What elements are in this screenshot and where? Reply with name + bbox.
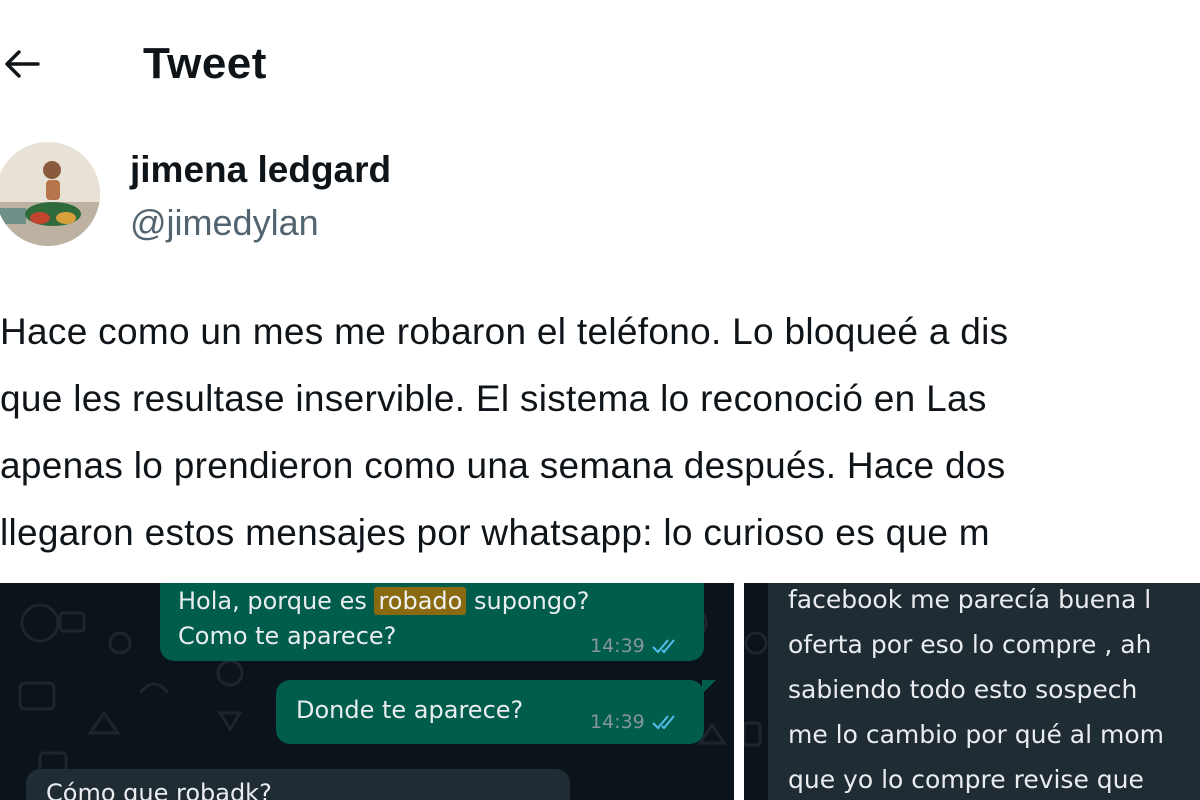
media-image-right[interactable]: facebook me parecía buena l oferta por e… bbox=[744, 583, 1200, 800]
tweet-media[interactable]: Hola, porque es robado supongo? Como te … bbox=[0, 583, 1200, 800]
tweet-line: llegaron estos mensajes por whatsapp: lo… bbox=[0, 512, 990, 553]
media-image-left[interactable]: Hola, porque es robado supongo? Como te … bbox=[0, 583, 734, 800]
chat-message-outgoing: Donde te aparece? 14:39 bbox=[276, 680, 716, 744]
message-line: que yo lo compre revise que bbox=[788, 765, 1144, 794]
highlighted-word: robado bbox=[374, 587, 467, 615]
message-text: Cómo que robadk? bbox=[46, 779, 272, 800]
tweet-text: Hace como un mes me robaron el teléfono.… bbox=[0, 298, 1200, 566]
message-meta: 14:39 bbox=[590, 704, 679, 740]
message-line: facebook me parecía buena l bbox=[788, 585, 1152, 614]
message-text: facebook me parecía buena l oferta por e… bbox=[788, 583, 1200, 800]
author-handle[interactable]: @jimedylan bbox=[130, 201, 319, 245]
tweet-line: apenas lo prendieron como una semana des… bbox=[0, 445, 1006, 486]
tweet-line: que les resultase inservible. El sistema… bbox=[0, 378, 987, 419]
back-button[interactable] bbox=[0, 42, 44, 86]
bubble-tail bbox=[702, 680, 716, 694]
chat-message-incoming: Cómo que robadk? bbox=[26, 769, 570, 800]
avatar-photo bbox=[0, 142, 100, 246]
message-line: me lo cambio por qué al mom bbox=[788, 720, 1164, 749]
arrow-left-icon bbox=[5, 50, 40, 78]
message-text: supongo? bbox=[466, 587, 590, 615]
message-line: oferta por eso lo compre , ah bbox=[788, 630, 1152, 659]
tweet-line: Hace como un mes me robaron el teléfono.… bbox=[0, 311, 1009, 352]
message-time: 14:39 bbox=[590, 711, 645, 733]
avatar[interactable] bbox=[0, 142, 100, 246]
message-text: Hola, porque es bbox=[178, 587, 375, 615]
message-text: Donde te aparece? bbox=[296, 696, 524, 724]
page-title: Tweet bbox=[143, 39, 267, 88]
message-line: sabiendo todo esto sospech bbox=[788, 675, 1138, 704]
chat-message-outgoing: Hola, porque es robado supongo? Como te … bbox=[160, 583, 704, 661]
author-display-name[interactable]: jimena ledgard bbox=[130, 148, 391, 192]
message-text: Como te aparece? bbox=[178, 622, 397, 650]
message-time: 14:39 bbox=[590, 635, 645, 657]
message-meta: 14:39 bbox=[590, 628, 679, 664]
double-check-icon bbox=[652, 715, 675, 730]
double-check-icon bbox=[652, 639, 675, 654]
